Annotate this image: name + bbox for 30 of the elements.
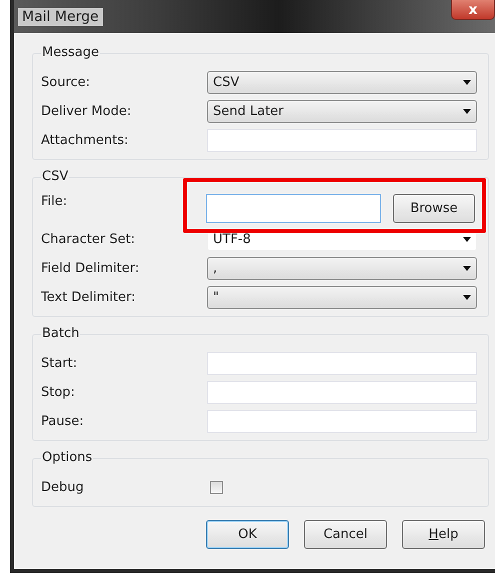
window-title: Mail Merge	[18, 8, 103, 26]
field-label: Debug	[41, 480, 85, 495]
checkbox[interactable]	[210, 481, 223, 494]
group-title: Message	[41, 45, 100, 60]
field-label: Text Delimiter:	[41, 290, 137, 305]
input-field[interactable]	[206, 194, 381, 223]
field-label: Deliver Mode:	[41, 104, 132, 119]
close-button[interactable]: x	[451, 0, 495, 20]
field-label: Source:	[41, 75, 92, 90]
dialog-button[interactable]: Help	[402, 520, 485, 549]
caret-icon	[463, 266, 471, 271]
field-label: Field Delimiter:	[41, 261, 140, 276]
caret-icon	[463, 80, 471, 85]
dropdown[interactable]: Send Later	[207, 100, 477, 123]
dialog-button[interactable]: Cancel	[304, 520, 387, 549]
caret-icon	[463, 109, 471, 114]
field-label: Stop:	[41, 385, 76, 400]
browse-button[interactable]: Browse	[393, 194, 475, 223]
group-title: Options	[41, 450, 94, 465]
dropdown[interactable]: CSV	[207, 71, 477, 94]
field-label: Pause:	[41, 414, 85, 429]
caret-icon	[463, 237, 471, 242]
dropdown[interactable]: "	[207, 286, 477, 309]
dropdown[interactable]: ,	[207, 257, 477, 280]
field-label: Attachments:	[41, 133, 130, 148]
dialog-button[interactable]: OK	[206, 520, 289, 549]
field-label: Start:	[41, 356, 78, 371]
caret-icon	[463, 295, 471, 300]
field-label: Character Set:	[41, 232, 136, 247]
field-label: File:	[41, 194, 68, 209]
